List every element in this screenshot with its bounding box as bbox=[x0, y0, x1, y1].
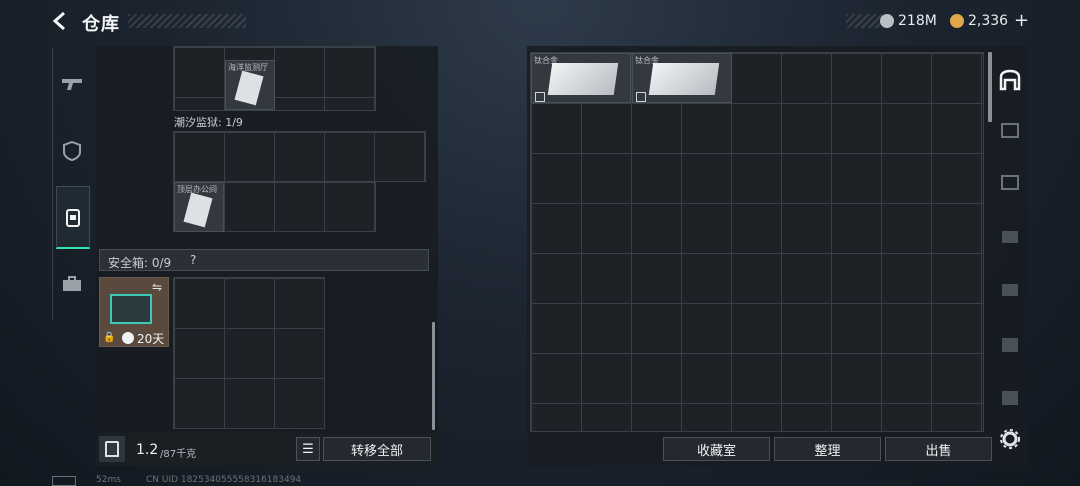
keycard-item[interactable]: 海洋监测厅 bbox=[225, 60, 275, 110]
medkit-iv-icon bbox=[1002, 338, 1018, 352]
currency-decoration bbox=[846, 14, 882, 28]
warehouse-grid[interactable] bbox=[530, 52, 984, 432]
sort-button[interactable]: 整理 bbox=[774, 437, 881, 461]
tab-case[interactable] bbox=[54, 266, 90, 302]
safe-box-item[interactable]: ⇋ 🔒 20天 bbox=[99, 277, 169, 347]
filter-armor-iv[interactable] bbox=[996, 383, 1024, 411]
add-currency-button[interactable]: + bbox=[1014, 10, 1029, 31]
section-title: 潮汐监狱: 1/9 bbox=[174, 116, 243, 129]
filter-medkit-iv[interactable] bbox=[996, 330, 1024, 358]
alloy-icon bbox=[648, 63, 720, 95]
battery-icon bbox=[52, 476, 76, 486]
keycard-icon bbox=[234, 70, 264, 106]
weight-icon bbox=[99, 436, 125, 462]
briefcase-icon bbox=[63, 276, 81, 291]
safe-box-help-button[interactable]: ? bbox=[190, 253, 196, 267]
currency-gold: 2,336 bbox=[968, 13, 1009, 29]
back-icon[interactable] bbox=[50, 10, 72, 32]
filter-container[interactable] bbox=[996, 275, 1024, 303]
filter-all[interactable] bbox=[996, 66, 1024, 94]
tab-weapons[interactable] bbox=[54, 66, 90, 102]
ping-text: 52ms bbox=[96, 475, 121, 485]
list-view-button[interactable]: ☰ bbox=[296, 437, 320, 461]
settings-button[interactable] bbox=[996, 425, 1024, 453]
gear-icon bbox=[1000, 429, 1020, 449]
weight-max: /87千克 bbox=[160, 449, 197, 460]
safe-box-header: 安全箱: 0/9 ? bbox=[99, 249, 429, 271]
weight-current: 1.2 bbox=[136, 442, 159, 458]
transfer-all-button[interactable]: 转移全部 bbox=[323, 437, 431, 461]
no-insure-icon bbox=[636, 92, 646, 102]
container-iv-icon bbox=[1002, 231, 1018, 243]
gun-icon bbox=[62, 79, 82, 90]
alloy-icon bbox=[547, 63, 619, 95]
armor-iv-icon bbox=[1002, 391, 1018, 405]
safe-box-duration: 20天 bbox=[137, 332, 165, 346]
uid-text: CN UID 182534055558316183494 bbox=[146, 475, 302, 485]
sell-button[interactable]: 出售 bbox=[885, 437, 992, 461]
safe-box-grid[interactable] bbox=[173, 277, 325, 429]
backpack-icon bbox=[66, 209, 80, 227]
container-icon bbox=[1002, 284, 1018, 296]
warehouse-scrollbar[interactable] bbox=[988, 52, 992, 122]
tab-armor[interactable] bbox=[54, 133, 90, 169]
filter-container-iv[interactable] bbox=[996, 222, 1024, 250]
tab-backpack[interactable] bbox=[56, 186, 90, 249]
page-title: 仓库 bbox=[82, 14, 120, 35]
titanium-alloy-item[interactable]: 钛合金 bbox=[632, 53, 732, 103]
armor-icon bbox=[63, 141, 81, 161]
keycard-icon bbox=[183, 192, 213, 228]
collection-room-button[interactable]: 收藏室 bbox=[663, 437, 770, 461]
container-grid-2[interactable] bbox=[173, 131, 426, 182]
gold-coin-icon bbox=[950, 14, 964, 28]
no-insure-icon bbox=[535, 92, 545, 102]
titanium-alloy-item[interactable]: 钛合金 bbox=[531, 53, 631, 103]
ammo-v-icon bbox=[1001, 175, 1019, 190]
inventory-scrollbar[interactable] bbox=[432, 322, 435, 430]
safe-box-title: 安全箱: 0/9 bbox=[108, 256, 172, 270]
silver-coin-icon bbox=[880, 14, 894, 28]
ammo-iv-icon bbox=[1001, 123, 1019, 138]
lock-icon: 🔒 bbox=[103, 332, 116, 343]
currency-silver: 218M bbox=[898, 13, 937, 29]
keycard-item[interactable]: 顶层办公间 bbox=[174, 182, 224, 232]
filter-ammo-iv[interactable] bbox=[996, 116, 1024, 144]
clock-icon bbox=[122, 332, 134, 344]
filter-ammo-v[interactable] bbox=[996, 168, 1024, 196]
title-decoration bbox=[128, 14, 246, 28]
safe-box-icon bbox=[110, 294, 152, 324]
swap-icon[interactable]: ⇋ bbox=[152, 280, 162, 294]
home-icon bbox=[999, 69, 1021, 91]
list-icon: ☰ bbox=[302, 441, 314, 457]
